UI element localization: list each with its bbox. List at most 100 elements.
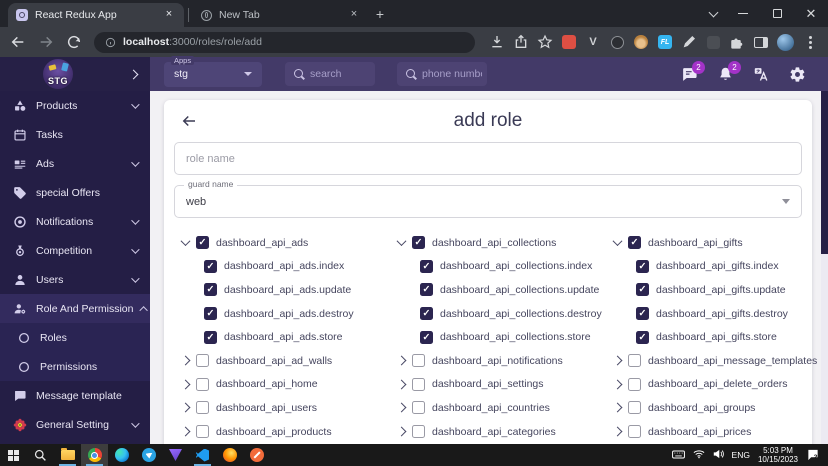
tab-close-icon[interactable]: ×	[347, 8, 361, 22]
taskbar-start[interactable]	[0, 444, 27, 466]
checkbox-unchecked[interactable]	[412, 377, 425, 391]
notifications-bell-icon[interactable]: 2	[717, 60, 741, 83]
extension-fl-icon[interactable]: FL	[657, 34, 673, 50]
sidebar-item-role-and-permission[interactable]: Role And Permission	[0, 294, 150, 323]
expand-chevron-icon[interactable]	[180, 403, 191, 413]
page-scrollbar[interactable]	[821, 91, 828, 444]
sidebar-item-message-template[interactable]: Message template	[0, 381, 150, 410]
checkbox-checked[interactable]: ✓	[636, 283, 649, 297]
sidebar-item-permissions[interactable]: Permissions	[0, 352, 150, 381]
apps-select[interactable]: Apps stg	[164, 55, 262, 87]
expand-chevron-icon[interactable]	[180, 379, 191, 390]
checkbox-unchecked[interactable]	[628, 425, 641, 439]
wifi-icon[interactable]	[693, 446, 705, 464]
taskbar-edge[interactable]	[108, 444, 135, 466]
sidebar-item-general-setting[interactable]: General Setting	[0, 410, 150, 439]
bookmark-star-icon[interactable]	[537, 34, 553, 50]
taskbar-firefox[interactable]	[216, 444, 243, 466]
guard-name-select[interactable]: guard name web	[174, 179, 802, 218]
expand-chevron-icon[interactable]	[396, 379, 407, 390]
action-center-icon[interactable]: 29	[806, 448, 821, 462]
sidebar-item-products[interactable]: Products	[0, 91, 150, 120]
taskbar-telegram[interactable]	[135, 444, 162, 466]
checkbox-checked[interactable]: ✓	[204, 283, 217, 297]
site-info-icon[interactable]	[105, 37, 116, 48]
tab-react-redux-app[interactable]: React Redux App ×	[8, 3, 184, 27]
checkbox-unchecked[interactable]	[628, 377, 641, 391]
expand-chevron-icon[interactable]	[396, 426, 407, 437]
checkbox-checked[interactable]: ✓	[420, 259, 433, 273]
forward-icon[interactable]	[38, 34, 54, 50]
checkbox-unchecked[interactable]	[196, 401, 209, 415]
checkbox-checked[interactable]: ✓	[204, 330, 217, 344]
collapse-chevron-icon[interactable]	[612, 236, 623, 247]
phone-search-box[interactable]	[397, 62, 487, 86]
taskbar-explorer[interactable]	[54, 444, 81, 466]
sidebar-item-users[interactable]: Users	[0, 265, 150, 294]
checkbox-checked[interactable]: ✓	[420, 330, 433, 344]
taskbar-chrome[interactable]	[81, 444, 108, 466]
checkbox-unchecked[interactable]	[412, 401, 425, 415]
taskbar-vscode[interactable]	[189, 444, 216, 466]
share-icon[interactable]	[513, 34, 529, 50]
extension-v-icon[interactable]: V	[585, 34, 601, 50]
side-panel-icon[interactable]	[753, 34, 769, 50]
tab-search-icon[interactable]	[700, 0, 726, 27]
checkbox-checked[interactable]: ✓	[420, 283, 433, 297]
extension-pen-icon[interactable]	[681, 34, 697, 50]
expand-chevron-icon[interactable]	[396, 403, 407, 413]
expand-chevron-icon[interactable]	[180, 426, 191, 437]
extension-monkey-icon[interactable]	[633, 34, 649, 50]
close-button[interactable]: ✕	[794, 0, 828, 27]
expand-chevron-icon[interactable]	[612, 355, 623, 366]
language-indicator[interactable]: ENG	[732, 450, 750, 460]
expand-chevron-icon[interactable]	[612, 379, 623, 390]
search-box[interactable]	[285, 62, 375, 86]
back-arrow-icon[interactable]	[180, 112, 198, 130]
checkbox-checked[interactable]: ✓	[636, 259, 649, 273]
taskbar-search[interactable]	[27, 444, 54, 466]
stg-logo[interactable]: STG	[43, 59, 73, 89]
taskbar-orangepen[interactable]	[243, 444, 270, 466]
clock[interactable]: 5:03 PM 10/15/2023	[758, 446, 798, 464]
expand-chevron-icon[interactable]	[612, 426, 623, 437]
role-name-input[interactable]	[186, 152, 790, 165]
expand-chevron-icon[interactable]	[612, 403, 623, 413]
scrollbar-thumb[interactable]	[821, 91, 828, 254]
sidebar-expand-icon[interactable]	[128, 69, 139, 79]
tab-close-icon[interactable]: ×	[162, 8, 176, 22]
taskbar-vapp[interactable]	[162, 444, 189, 466]
checkbox-unchecked[interactable]	[196, 377, 209, 391]
save-page-icon[interactable]	[489, 34, 505, 50]
search-input[interactable]	[310, 68, 370, 80]
extension-disabled-icon[interactable]	[705, 34, 721, 50]
sidebar-item-notifications[interactable]: Notifications	[0, 207, 150, 236]
collapse-chevron-icon[interactable]	[396, 236, 407, 247]
checkbox-unchecked[interactable]	[196, 425, 209, 439]
extension-adblock-icon[interactable]	[561, 34, 577, 50]
minimize-button[interactable]	[726, 0, 760, 27]
translate-icon[interactable]	[753, 66, 770, 83]
sidebar-item-tasks[interactable]: Tasks	[0, 120, 150, 149]
back-icon[interactable]	[10, 34, 26, 50]
checkbox-unchecked[interactable]	[628, 354, 641, 368]
sidebar-item-ads[interactable]: Ads	[0, 149, 150, 178]
checkbox-unchecked[interactable]	[628, 401, 641, 415]
checkbox-unchecked[interactable]	[196, 354, 209, 368]
extension-dark-circle-icon[interactable]	[609, 34, 625, 50]
new-tab-button[interactable]: +	[369, 3, 391, 25]
messages-icon[interactable]: 2	[681, 60, 705, 83]
checkbox-unchecked[interactable]	[412, 425, 425, 439]
checkbox-checked[interactable]: ✓	[204, 259, 217, 273]
sidebar-item-competition[interactable]: Competition	[0, 236, 150, 265]
volume-icon[interactable]	[713, 446, 724, 464]
reload-icon[interactable]	[66, 34, 82, 50]
maximize-button[interactable]	[760, 0, 794, 27]
extensions-puzzle-icon[interactable]	[729, 34, 745, 50]
checkbox-unchecked[interactable]	[412, 354, 425, 368]
checkbox-checked[interactable]: ✓	[204, 307, 217, 321]
sidebar-item-roles[interactable]: Roles	[0, 323, 150, 352]
profile-avatar[interactable]	[777, 33, 794, 51]
sidebar-item-special-offers[interactable]: special Offers	[0, 178, 150, 207]
collapse-chevron-icon[interactable]	[180, 236, 191, 247]
